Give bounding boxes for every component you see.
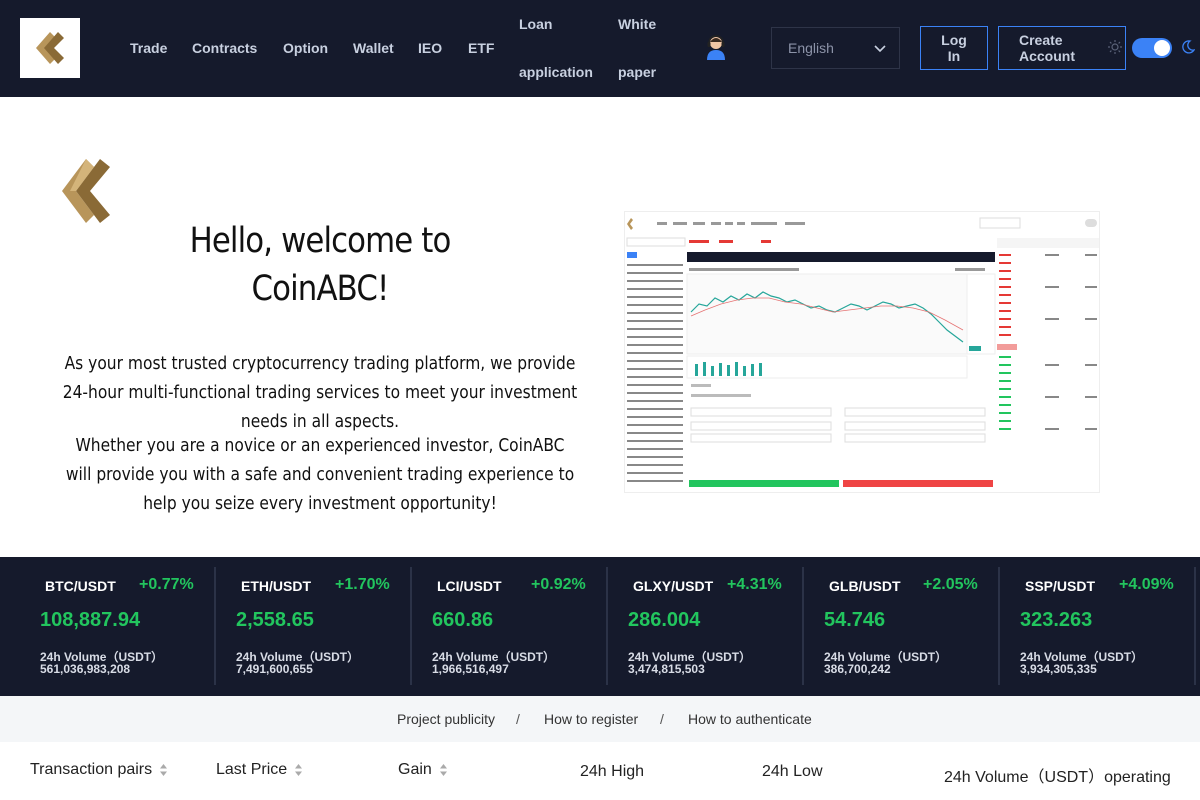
link-separator: / xyxy=(516,711,520,727)
ticker-price: 660.86 xyxy=(432,609,494,631)
nav-trade[interactable]: Trade xyxy=(130,40,167,56)
nav-wallet[interactable]: Wallet xyxy=(353,40,394,56)
nav-whitepaper-line1: White xyxy=(618,16,657,32)
column-label: 24h Volume（USDT）operating xyxy=(944,769,1171,786)
moon-icon xyxy=(1182,40,1195,54)
column-label: Last Price xyxy=(216,761,288,778)
ticker-change: +4.09% xyxy=(1119,576,1174,593)
sort-icon xyxy=(295,764,303,776)
column-label: Gain xyxy=(398,761,432,778)
ticker-volume: 3,474,815,503 xyxy=(628,662,705,676)
nav-etf[interactable]: ETF xyxy=(468,40,494,56)
ticker-volume: 3,934,305,335 xyxy=(1020,662,1097,676)
nav-white-paper[interactable]: White paper xyxy=(618,0,656,96)
ticker-card-glb[interactable]: GLB/USDT +2.05% 54.746 24h Volume（USDT） … xyxy=(784,557,980,696)
theme-toggle[interactable] xyxy=(1132,38,1172,58)
column-header-pairs[interactable]: Transaction pairs xyxy=(30,761,168,779)
ticker-pair: BTC/USDT xyxy=(45,578,116,594)
ticker-volume: 386,700,242 xyxy=(824,662,891,676)
link-how-to-authenticate[interactable]: How to authenticate xyxy=(688,711,812,727)
sort-icon xyxy=(439,764,447,776)
hero-description-1: As your most trusted cryptocurrency trad… xyxy=(62,353,578,432)
hero-banner: Hello, welcome to CoinABC! As your most … xyxy=(0,97,1200,557)
column-label: 24h Low xyxy=(762,763,823,780)
ticker-price: 54.746 xyxy=(824,609,886,631)
nav-loan-line1: Loan xyxy=(519,16,553,32)
hero-description-2: Whether you are a novice or an experienc… xyxy=(65,435,575,514)
ticker-price: 108,887.94 xyxy=(40,609,141,631)
language-value: English xyxy=(788,40,834,56)
hero-title-line2: CoinABC! xyxy=(251,269,390,309)
nav-loan-line2: application xyxy=(519,64,593,80)
ticker-pair: LCI/USDT xyxy=(437,578,502,594)
ticker-change: +2.05% xyxy=(923,576,978,593)
hero-title: Hello, welcome to CoinABC! xyxy=(144,217,496,313)
ticker-price: 2,558.65 xyxy=(236,609,314,631)
login-line1: Log xyxy=(941,32,967,48)
market-ticker-strip: BTC/USDT +0.77% 108,887.94 24h Volume（US… xyxy=(0,557,1200,696)
nav-option[interactable]: Option xyxy=(283,40,328,56)
ticker-volume: 561,036,983,208 xyxy=(40,662,131,676)
ticker-card-ssp[interactable]: SSP/USDT +4.09% 323.263 24h Volume（USDT）… xyxy=(980,557,1176,696)
site-logo[interactable] xyxy=(20,18,80,78)
column-header-last-price[interactable]: Last Price xyxy=(216,761,303,779)
nav-whitepaper-line2: paper xyxy=(618,64,657,80)
nav-loan-application[interactable]: Loan application xyxy=(519,0,593,96)
ticker-card-btc[interactable]: BTC/USDT +0.77% 108,887.94 24h Volume（US… xyxy=(0,557,196,696)
column-header-24h-high: 24h High xyxy=(580,763,644,781)
column-header-24h-volume: 24h Volume（USDT）operating xyxy=(944,763,1171,787)
sort-icon xyxy=(160,764,168,776)
create-account-button[interactable]: Create Account xyxy=(998,26,1126,70)
ticker-card-glxy[interactable]: GLXY/USDT +4.31% 286.004 24h Volume（USDT… xyxy=(588,557,784,696)
language-select[interactable]: English xyxy=(771,27,900,69)
ticker-change: +0.77% xyxy=(139,576,194,593)
ticker-divider xyxy=(1194,567,1196,685)
column-label: 24h High xyxy=(580,763,645,780)
logo-icon xyxy=(62,159,110,223)
platform-preview-image xyxy=(624,211,1100,493)
preview-graphic xyxy=(625,212,1099,487)
ticker-pair: GLB/USDT xyxy=(829,578,901,594)
login-button[interactable]: Log In xyxy=(920,26,988,70)
ticker-change: +4.31% xyxy=(727,576,782,593)
ticker-price: 286.004 xyxy=(628,609,701,631)
ticker-card-eth[interactable]: ETH/USDT +1.70% 2,558.65 24h Volume（USDT… xyxy=(196,557,392,696)
ticker-card-lci[interactable]: LCI/USDT +0.92% 660.86 24h Volume（USDT） … xyxy=(392,557,588,696)
login-line2: In xyxy=(947,48,961,64)
ticker-volume: 7,491,600,655 xyxy=(236,662,313,676)
support-agent-icon[interactable] xyxy=(703,34,729,60)
ticker-pair: ETH/USDT xyxy=(241,578,311,594)
market-table-header: Transaction pairs Last Price Gain 24h Hi… xyxy=(0,742,1200,800)
link-how-to-register[interactable]: How to register xyxy=(544,711,638,727)
info-links-bar: Project publicity / How to register / Ho… xyxy=(0,696,1200,742)
create-line1: Create xyxy=(1019,32,1063,48)
sun-icon xyxy=(1108,40,1122,54)
column-header-gain[interactable]: Gain xyxy=(398,761,448,779)
link-separator: / xyxy=(660,711,664,727)
hero-title-line1: Hello, welcome to xyxy=(189,221,452,261)
ticker-price: 323.263 xyxy=(1020,609,1093,631)
theme-toggle-knob xyxy=(1154,40,1170,56)
column-label: Transaction pairs xyxy=(30,761,153,778)
chevron-down-icon xyxy=(874,45,886,53)
ticker-volume: 1,966,516,497 xyxy=(432,662,509,676)
create-line2: Account xyxy=(1019,48,1075,64)
nav-contracts[interactable]: Contracts xyxy=(192,40,257,56)
ticker-change: +0.92% xyxy=(531,576,586,593)
ticker-pair: GLXY/USDT xyxy=(633,578,714,594)
ticker-pair: SSP/USDT xyxy=(1025,578,1096,594)
ticker-change: +1.70% xyxy=(335,576,390,593)
column-header-24h-low: 24h Low xyxy=(762,763,823,781)
logo-icon xyxy=(36,32,64,64)
top-navbar: Trade Contracts Option Wallet IEO ETF Lo… xyxy=(0,0,1200,97)
nav-ieo[interactable]: IEO xyxy=(418,40,442,56)
link-project-publicity[interactable]: Project publicity xyxy=(397,711,495,727)
